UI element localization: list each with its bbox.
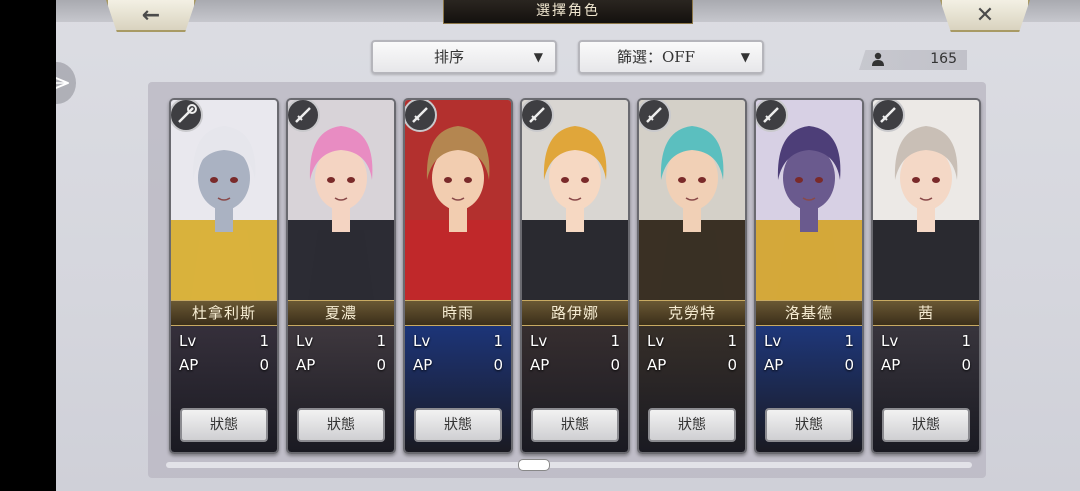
level-value: 1 [727,332,737,350]
chevron-down-icon: ▼ [533,50,543,64]
ap-row: AP 0 [413,356,503,374]
level-value: 1 [961,332,971,350]
level-row: Lv 1 [296,332,386,350]
ap-value: 0 [610,356,620,374]
back-arrow-icon: ← [141,2,161,28]
sword-type-icon [405,100,437,132]
level-value: 1 [259,332,269,350]
person-icon [872,52,884,70]
character-name: 時雨 [405,300,511,326]
chevron-down-icon: ▼ [740,50,750,64]
ap-value: 0 [493,356,503,374]
sort-dropdown[interactable]: 排序 ▼ [371,40,557,74]
level-label: Lv [881,332,899,350]
level-value: 1 [493,332,503,350]
ap-label: AP [881,356,901,374]
ap-row: AP 0 [530,356,620,374]
character-select-screen: ← 選擇角色 ✕ 排序 ▼ 篩選：OFF ▼ 165 杜拿利斯 Lv 1 AP 0 狀態夏… [56,0,1080,491]
sword-type-icon [873,100,905,132]
ap-value: 0 [844,356,854,374]
status-button[interactable]: 狀態 [180,408,268,442]
share-button[interactable] [56,62,76,104]
level-label: Lv [296,332,314,350]
back-button[interactable]: ← [106,0,196,32]
sword-type-icon [639,100,671,132]
ap-label: AP [530,356,550,374]
level-row: Lv 1 [530,332,620,350]
ap-value: 0 [376,356,386,374]
character-card[interactable]: 路伊娜 Lv 1 AP 0 狀態 [520,98,630,454]
ap-label: AP [413,356,433,374]
ap-row: AP 0 [179,356,269,374]
filter-label: 篩選：OFF [616,48,696,66]
ap-value: 0 [727,356,737,374]
character-card[interactable]: 時雨 Lv 1 AP 0 狀態 [403,98,513,454]
status-button[interactable]: 狀態 [648,408,736,442]
sword-type-icon [522,100,554,132]
character-info: 杜拿利斯 Lv 1 AP 0 狀態 [171,300,277,452]
filter-dropdown[interactable]: 篩選：OFF ▼ [578,40,764,74]
character-card[interactable]: 克勞特 Lv 1 AP 0 狀態 [637,98,747,454]
level-row: Lv 1 [413,332,503,350]
level-label: Lv [530,332,548,350]
ap-label: AP [296,356,316,374]
ap-value: 0 [259,356,269,374]
character-card[interactable]: 夏濃 Lv 1 AP 0 狀態 [286,98,396,454]
character-name: 克勞特 [639,300,745,326]
ap-row: AP 0 [881,356,971,374]
horizontal-scrollbar-track[interactable] [166,462,972,468]
status-button[interactable]: 狀態 [765,408,853,442]
sword-type-icon [288,100,320,132]
character-card[interactable]: 杜拿利斯 Lv 1 AP 0 狀態 [169,98,279,454]
paper-plane-icon [56,77,69,89]
ap-row: AP 0 [764,356,854,374]
level-label: Lv [647,332,665,350]
ap-row: AP 0 [647,356,737,374]
ap-label: AP [647,356,667,374]
ap-row: AP 0 [296,356,386,374]
character-card[interactable]: 洛基德 Lv 1 AP 0 狀態 [754,98,864,454]
character-name: 洛基德 [756,300,862,326]
close-button[interactable]: ✕ [940,0,1030,32]
close-icon: ✕ [975,2,995,28]
level-row: Lv 1 [764,332,854,350]
character-name: 杜拿利斯 [171,300,277,326]
level-row: Lv 1 [881,332,971,350]
page-title: 選擇角色 [443,0,693,24]
level-value: 1 [376,332,386,350]
level-row: Lv 1 [179,332,269,350]
staff-type-icon [171,100,203,132]
level-label: Lv [413,332,431,350]
level-label: Lv [179,332,197,350]
horizontal-scrollbar-thumb[interactable] [518,459,550,471]
character-name: 夏濃 [288,300,394,326]
status-button[interactable]: 狀態 [414,408,502,442]
level-label: Lv [764,332,782,350]
level-row: Lv 1 [647,332,737,350]
status-button[interactable]: 狀態 [531,408,619,442]
character-count: 165 [930,51,957,67]
character-card[interactable]: 茜 Lv 1 AP 0 狀態 [871,98,981,454]
level-value: 1 [610,332,620,350]
character-info: 克勞特 Lv 1 AP 0 狀態 [639,300,745,452]
status-button[interactable]: 狀態 [882,408,970,442]
sword-type-icon [756,100,788,132]
ap-label: AP [179,356,199,374]
character-name: 路伊娜 [522,300,628,326]
ap-value: 0 [961,356,971,374]
level-value: 1 [844,332,854,350]
character-info: 路伊娜 Lv 1 AP 0 狀態 [522,300,628,452]
character-info: 茜 Lv 1 AP 0 狀態 [873,300,979,452]
character-info: 洛基德 Lv 1 AP 0 狀態 [756,300,862,452]
status-button[interactable]: 狀態 [297,408,385,442]
character-count-badge: 165 [859,50,967,70]
character-info: 夏濃 Lv 1 AP 0 狀態 [288,300,394,452]
ap-label: AP [764,356,784,374]
character-name: 茜 [873,300,979,326]
character-info: 時雨 Lv 1 AP 0 狀態 [405,300,511,452]
sort-label: 排序 [433,48,464,66]
